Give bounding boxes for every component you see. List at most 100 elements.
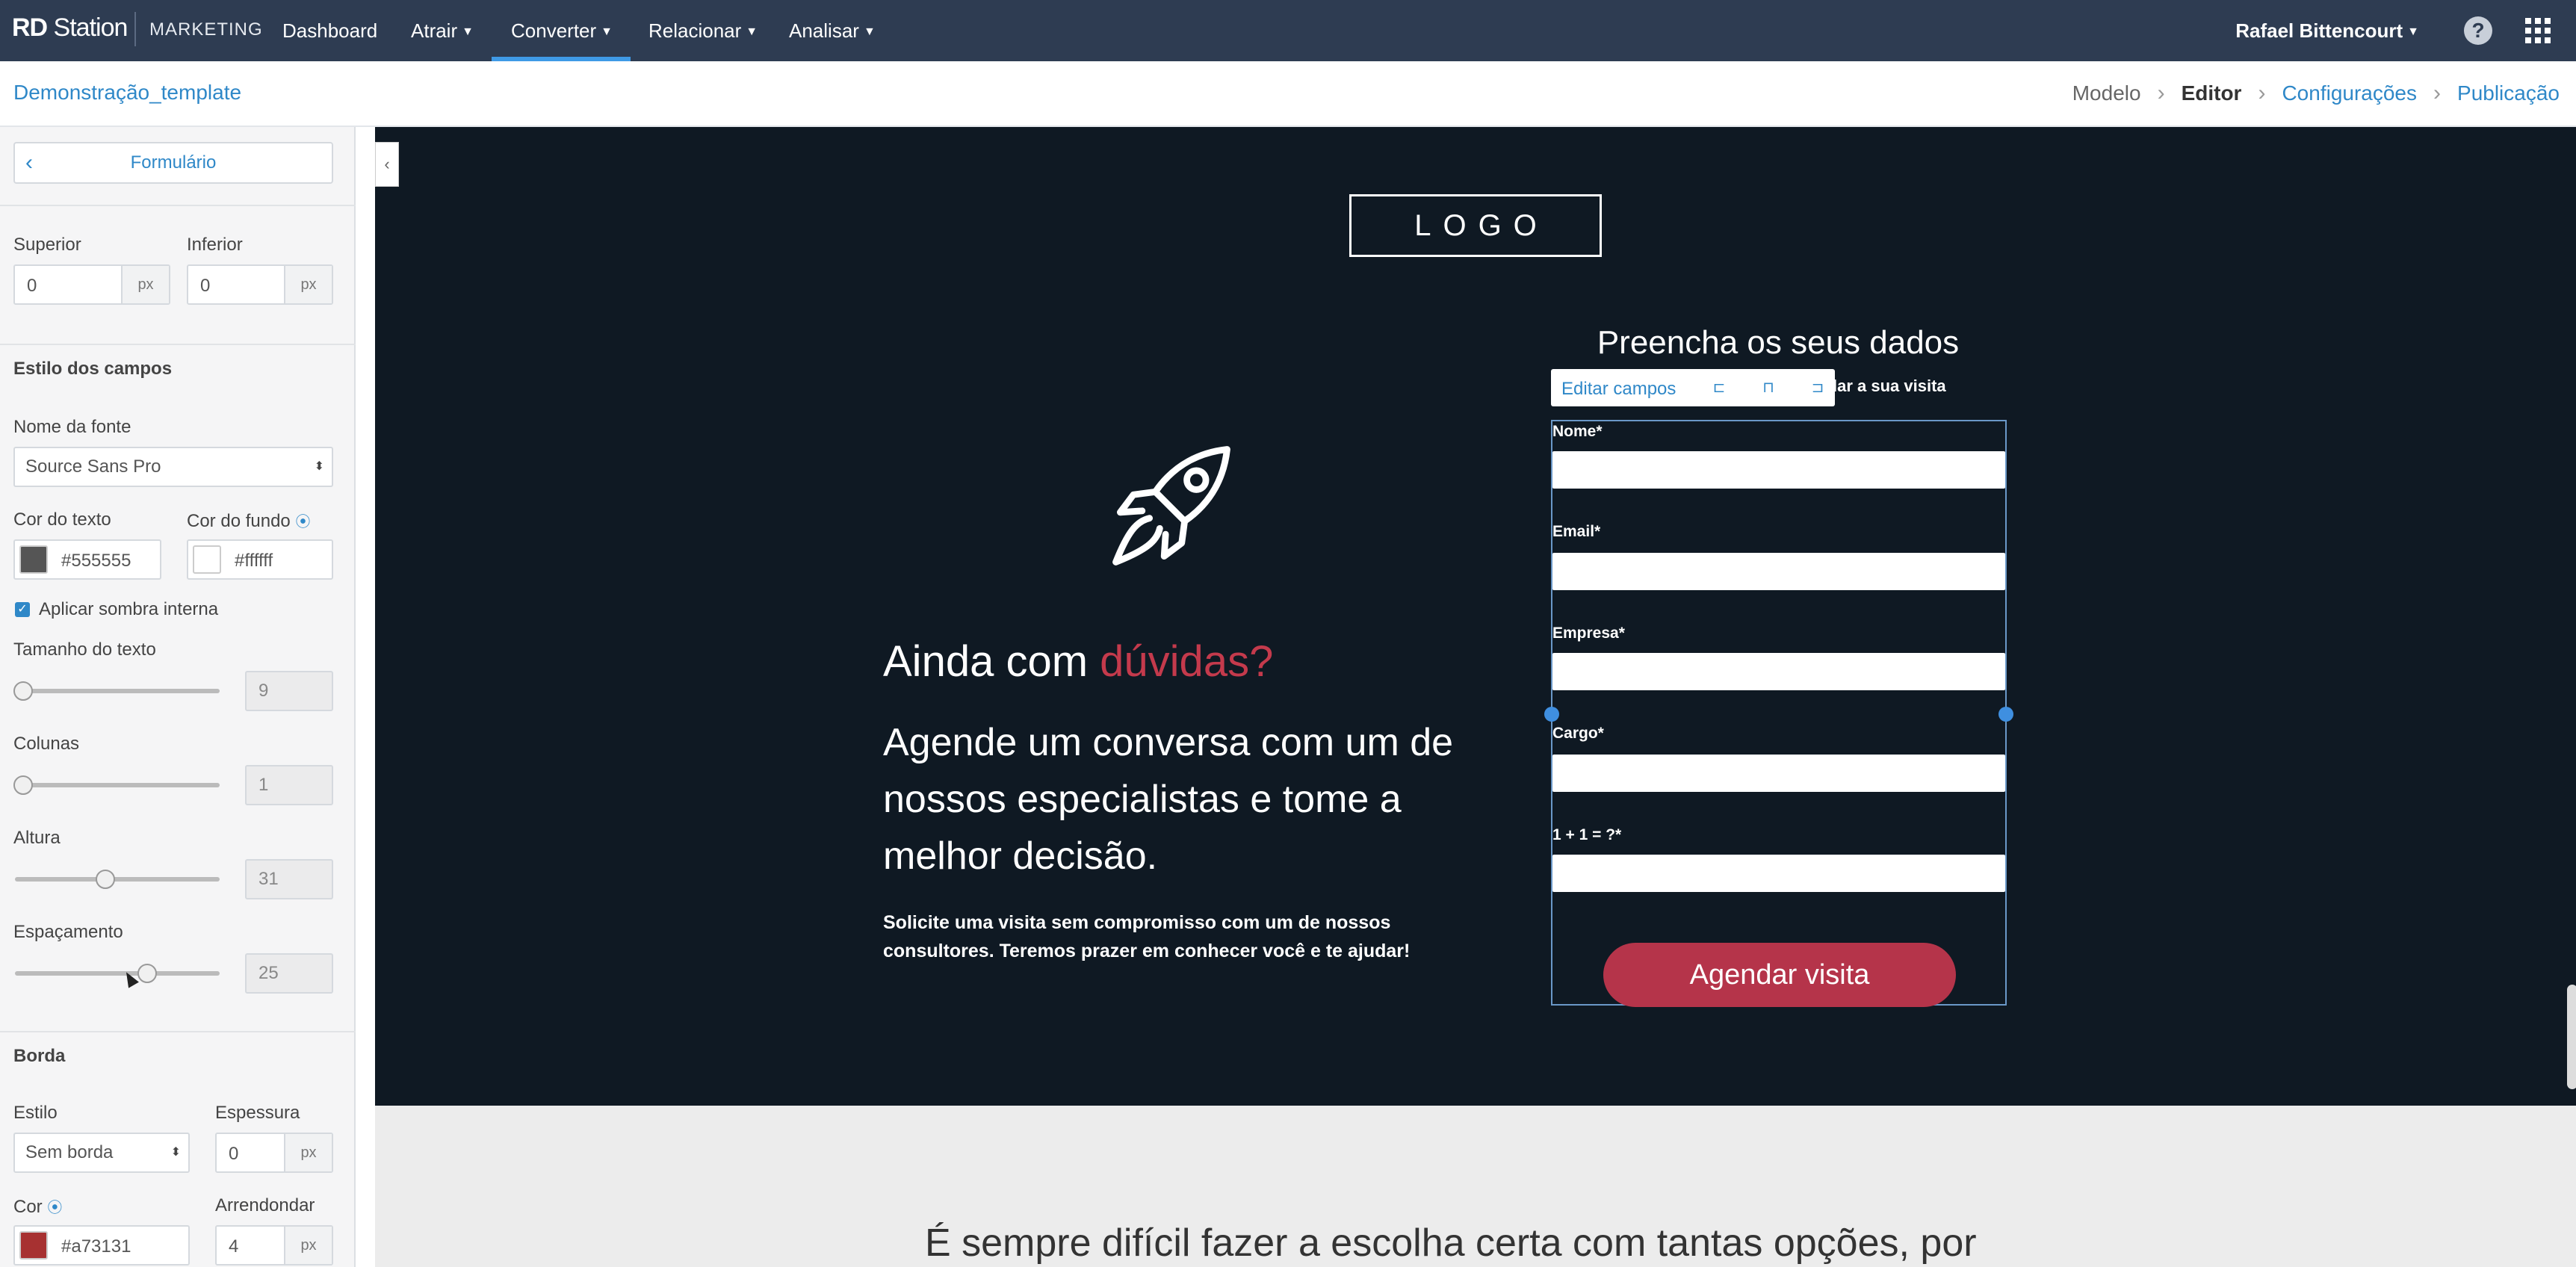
form-title[interactable]: Preencha os seus dados (1539, 324, 2017, 362)
caret-down-icon: ▼ (601, 25, 613, 38)
schedule-visit-button[interactable]: Agendar visita (1603, 943, 1956, 1007)
columns-slider-thumb[interactable] (13, 775, 33, 795)
user-menu[interactable]: Rafael Bittencourt ▼ (2235, 19, 2419, 43)
top-navigation-bar: RD Station MARKETING Dashboard Atrair ▼ C… (0, 0, 2576, 61)
breadcrumb-configuracoes[interactable]: Configurações (2282, 81, 2417, 105)
bg-color-hex: #ffffff (235, 551, 273, 571)
height-label: Altura (13, 828, 61, 848)
font-name-label: Nome da fonte (13, 417, 131, 437)
section-divider (0, 1031, 356, 1032)
subheadline[interactable]: Agende um conversa com um de nossos espe… (883, 714, 1466, 885)
text-color-swatch[interactable] (19, 545, 48, 574)
bg-color-swatch[interactable] (193, 545, 221, 574)
text-color-picker[interactable]: #555555 (13, 539, 161, 580)
field-label-nome: Nome* (1552, 423, 1603, 440)
inner-shadow-checkbox[interactable]: ✓ (15, 602, 30, 617)
border-thickness-input[interactable]: 0 px (215, 1133, 333, 1173)
nav-atrair-label: Atrair (411, 19, 458, 42)
border-style-label: Estilo (13, 1103, 58, 1123)
help-icon[interactable]: ? (2464, 16, 2492, 45)
back-to-form-button[interactable]: ‹ Formulário (13, 142, 333, 184)
text-size-label: Tamanho do texto (13, 639, 156, 660)
superior-input[interactable]: 0 px (13, 264, 170, 305)
text-size-slider[interactable] (15, 689, 220, 693)
columns-value[interactable]: 1 (245, 765, 333, 805)
rd-station-logo[interactable]: RD Station (12, 13, 128, 43)
nav-converter[interactable]: Converter ▼ (511, 19, 613, 43)
breadcrumb-editor[interactable]: Editor (2182, 81, 2242, 105)
text-size-slider-thumb[interactable] (13, 681, 33, 701)
border-style-select[interactable]: Sem borda ⬍ (13, 1133, 190, 1173)
nav-dashboard[interactable]: Dashboard (282, 19, 377, 43)
field-label-empresa: Empresa* (1552, 625, 1625, 642)
company-field[interactable] (1552, 653, 2005, 690)
headline[interactable]: Ainda com dúvidas? (883, 636, 1273, 687)
inferior-input[interactable]: 0 px (187, 264, 333, 305)
info-icon[interactable]: ⦿ (47, 1200, 62, 1216)
font-name-select[interactable]: Source Sans Pro ⬍ (13, 447, 333, 487)
body-text[interactable]: Solicite uma visita sem compromisso com … (883, 908, 1496, 965)
breadcrumb: Modelo › Editor › Configurações › Public… (2072, 81, 2560, 106)
email-field[interactable] (1552, 553, 2005, 590)
caret-down-icon: ▼ (863, 25, 876, 38)
border-color-picker[interactable]: #a73131 (13, 1225, 190, 1266)
text-color-hex: #555555 (61, 551, 131, 571)
select-arrows-icon: ⬍ (314, 460, 324, 473)
role-field[interactable] (1552, 755, 2005, 792)
height-slider[interactable] (15, 877, 220, 882)
border-style-value: Sem borda (25, 1142, 114, 1162)
brand-product-label: MARKETING (149, 19, 263, 40)
inner-shadow-label: Aplicar sombra interna (39, 599, 219, 619)
breadcrumb-modelo[interactable]: Modelo (2072, 81, 2141, 105)
border-thickness-label: Espessura (215, 1103, 300, 1123)
bg-color-label: Cor do fundo ⦿ (187, 509, 310, 532)
spacing-value[interactable]: 25 (245, 953, 333, 994)
nav-analisar[interactable]: Analisar ▼ (789, 19, 876, 43)
collapse-sidebar-button[interactable]: ‹ (375, 142, 399, 187)
spacing-slider[interactable] (15, 971, 220, 976)
font-name-value: Source Sans Pro (25, 456, 161, 477)
apps-grid-icon[interactable] (2525, 18, 2551, 43)
field-style-title: Estilo dos campos (13, 359, 173, 379)
captcha-field[interactable] (1552, 855, 2005, 892)
nav-converter-label: Converter (511, 19, 597, 42)
unit-label: px (284, 266, 332, 303)
nav-atrair[interactable]: Atrair ▼ (411, 19, 474, 43)
caret-down-icon: ▼ (746, 25, 758, 38)
template-name[interactable]: Demonstração_template (13, 81, 241, 105)
superior-label: Superior (13, 235, 81, 255)
info-icon[interactable]: ⦿ (295, 514, 310, 530)
align-center-icon[interactable]: ⊓ (1759, 378, 1778, 397)
bg-color-picker[interactable]: #ffffff (187, 539, 333, 580)
unit-label: px (121, 266, 169, 303)
form-container[interactable] (1551, 420, 2007, 1006)
logo-placeholder[interactable]: LOGO (1349, 194, 1602, 257)
back-button-label: Formulário (130, 152, 217, 173)
border-color-label-text: Cor (13, 1197, 43, 1217)
inferior-label: Inferior (187, 235, 243, 255)
spacing-slider-thumb[interactable] (137, 964, 157, 983)
headline-accent-text: dúvidas? (1100, 637, 1274, 686)
align-right-icon[interactable]: ⊐ (1808, 378, 1827, 397)
border-color-swatch[interactable] (19, 1231, 48, 1260)
height-slider-thumb[interactable] (96, 870, 115, 889)
text-size-value[interactable]: 9 (245, 671, 333, 711)
caret-down-icon: ▼ (2407, 25, 2419, 38)
form-edit-toolbar: Editar campos ⊏ ⊓ ⊐ (1551, 369, 1835, 406)
next-section-text[interactable]: É sempre difícil fazer a escolha certa c… (925, 1221, 1977, 1266)
columns-slider[interactable] (15, 783, 220, 787)
edit-fields-button[interactable]: Editar campos (1561, 379, 1676, 400)
border-round-input[interactable]: 4 px (215, 1225, 333, 1266)
name-field[interactable] (1552, 451, 2005, 489)
unit-label: px (284, 1227, 332, 1264)
scrollbar-handle[interactable] (2567, 985, 2576, 1089)
field-label-cargo: Cargo* (1552, 725, 1604, 742)
resize-handle-right[interactable] (1998, 707, 2013, 722)
resize-handle-left[interactable] (1544, 707, 1559, 722)
border-thickness-value: 0 (229, 1144, 239, 1164)
align-left-icon[interactable]: ⊏ (1709, 378, 1729, 397)
breadcrumb-publicacao[interactable]: Publicação (2457, 81, 2560, 105)
nav-relacionar[interactable]: Relacionar ▼ (648, 19, 758, 43)
height-value[interactable]: 31 (245, 859, 333, 899)
chevron-right-icon: › (2157, 81, 2165, 105)
